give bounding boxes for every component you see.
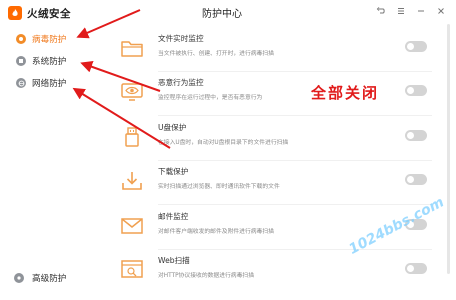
shield-icon xyxy=(16,34,26,44)
toggle-knob xyxy=(407,265,414,272)
menu-icon[interactable] xyxy=(395,5,407,17)
divider xyxy=(158,204,432,205)
download-protection-toggle[interactable] xyxy=(405,174,427,185)
huorong-logo-icon xyxy=(8,6,22,20)
feature-title: Web扫描 xyxy=(158,256,190,265)
sidebar-item-label: 网络防护 xyxy=(32,79,67,89)
sidebar-item-label: 高级防护 xyxy=(32,274,67,284)
toggle-knob xyxy=(407,176,414,183)
feature-title: 下载保护 xyxy=(158,167,189,176)
usb-icon xyxy=(119,125,145,149)
mail-icon xyxy=(119,214,145,238)
feature-description: 监控程序在运行过程中，是否有恶意行为 xyxy=(158,95,263,101)
minimize-icon[interactable] xyxy=(415,5,427,17)
sidebar-item-advanced-protection[interactable]: 高级防护 xyxy=(14,272,66,284)
file-monitor-toggle[interactable] xyxy=(405,41,427,52)
feature-description: 当文件被执行、创建、打开时，进行病毒扫描 xyxy=(158,51,274,57)
download-icon xyxy=(119,169,145,193)
sidebar: 火绒安全 病毒防护 系统防护 网络防护 高级防护 xyxy=(0,0,96,300)
feature-row-file-monitor: 文件实时监控 当文件被执行、创建、打开时，进行病毒扫描 xyxy=(100,28,440,72)
page-title: 防护中心 xyxy=(202,9,242,20)
toggle-knob xyxy=(407,87,414,94)
back-icon[interactable] xyxy=(375,5,387,17)
feature-title: U盘保护 xyxy=(158,123,187,132)
sidebar-item-label: 病毒防护 xyxy=(32,35,67,45)
feature-row-usb-protection: U盘保护 在接入U盘时，自动对U盘根目录下的文件进行扫描 xyxy=(100,117,440,161)
feature-row-web-scan: Web扫描 对HTTP协议接收的数据进行病毒扫描 xyxy=(100,250,440,294)
feature-row-download-protection: 下载保护 实时扫描通过浏览器、即时通讯软件下载的文件 xyxy=(100,161,440,205)
feature-description: 在接入U盘时，自动对U盘根目录下的文件进行扫描 xyxy=(158,140,289,146)
feature-row-behavior-monitor: 恶意行为监控 监控程序在运行过程中，是否有恶意行为 xyxy=(100,72,440,116)
sidebar-item-system-protection[interactable]: 系统防护 xyxy=(16,53,66,69)
behavior-monitor-toggle[interactable] xyxy=(405,85,427,96)
system-icon xyxy=(16,56,26,66)
advanced-protection-icon xyxy=(14,273,24,283)
feature-title: 邮件监控 xyxy=(158,212,189,221)
usb-protection-toggle[interactable] xyxy=(405,130,427,141)
scrollbar[interactable] xyxy=(447,24,450,274)
feature-title: 文件实时监控 xyxy=(158,34,204,43)
annotation-label: 全部关闭 xyxy=(311,84,380,102)
feature-title: 恶意行为监控 xyxy=(158,78,204,87)
sidebar-item-virus-protection[interactable]: 病毒防护 xyxy=(16,31,66,47)
sidebar-item-network-protection[interactable]: 网络防护 xyxy=(16,75,66,91)
divider xyxy=(158,115,432,116)
close-icon[interactable] xyxy=(435,5,447,17)
feature-description: 对HTTP协议接收的数据进行病毒扫描 xyxy=(158,273,254,279)
globe-icon xyxy=(16,78,26,88)
brand-name: 火绒安全 xyxy=(27,7,71,20)
sidebar-item-label: 系统防护 xyxy=(32,57,67,67)
folder-icon xyxy=(119,36,145,60)
toggle-knob xyxy=(407,43,414,50)
web-scan-icon xyxy=(119,258,145,282)
brand: 火绒安全 xyxy=(8,4,71,22)
feature-description: 实时扫描通过浏览器、即时通讯软件下载的文件 xyxy=(158,184,280,190)
eye-monitor-icon xyxy=(119,80,145,104)
feature-description: 对邮件客户端收发的邮件及附件进行病毒扫描 xyxy=(158,229,274,235)
toggle-knob xyxy=(407,132,414,139)
web-scan-toggle[interactable] xyxy=(405,263,427,274)
